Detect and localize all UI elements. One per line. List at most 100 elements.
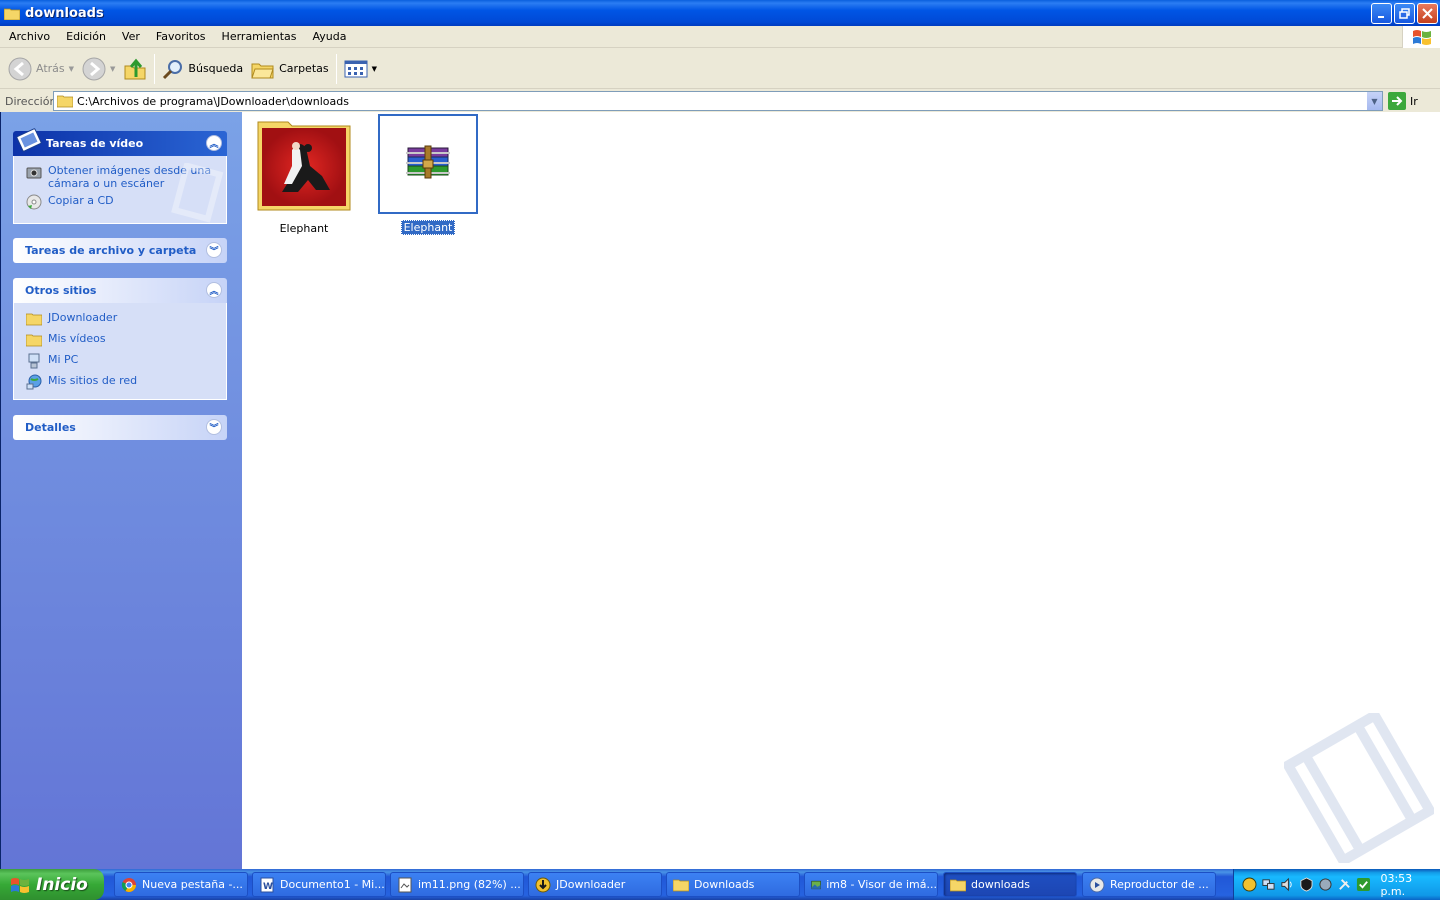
minimize-button[interactable] bbox=[1371, 3, 1392, 24]
expand-button[interactable]: ︾ bbox=[206, 419, 222, 435]
forward-dropdown-icon[interactable]: ▼ bbox=[110, 65, 115, 73]
taskbar-button-label: downloads bbox=[971, 878, 1030, 891]
title-bar[interactable]: downloads bbox=[0, 0, 1440, 26]
collapse-button[interactable]: ︽ bbox=[206, 282, 222, 298]
file-name: Elephant bbox=[400, 220, 456, 235]
address-path: C:\Archivos de programa\JDownloader\down… bbox=[77, 94, 349, 108]
chevron-down-icon: ︾ bbox=[209, 423, 219, 434]
views-icon bbox=[344, 60, 368, 77]
views-dropdown-icon[interactable]: ▼ bbox=[372, 65, 377, 73]
menu-ver[interactable]: Ver bbox=[113, 30, 147, 43]
views-button[interactable]: ▼ bbox=[340, 52, 381, 86]
menu-archivo[interactable]: Archivo bbox=[0, 30, 57, 43]
address-dropdown-button[interactable]: ▼ bbox=[1366, 92, 1382, 110]
image-viewer-icon bbox=[811, 880, 821, 889]
start-label: Inicio bbox=[36, 874, 88, 895]
place-network[interactable]: Mis sitios de red bbox=[26, 374, 220, 390]
system-tray: 03:53 p.m. bbox=[1233, 869, 1440, 900]
forward-arrow-icon bbox=[82, 57, 106, 80]
search-button[interactable]: Búsqueda bbox=[158, 52, 247, 86]
media-player-icon bbox=[1089, 877, 1105, 892]
other-places-header[interactable]: Otros sitios ︽ bbox=[13, 278, 227, 303]
network-globe-icon bbox=[26, 374, 42, 390]
close-icon bbox=[1422, 8, 1433, 19]
back-dropdown-icon[interactable]: ▼ bbox=[69, 65, 74, 73]
place-network-label: Mis sitios de red bbox=[48, 374, 138, 387]
taskbar-button-downloads-active[interactable]: downloads bbox=[943, 872, 1077, 897]
collapse-button[interactable]: ︽ bbox=[206, 135, 222, 151]
taskbar-button-label: im8 - Visor de imá... bbox=[826, 878, 937, 891]
svg-text:W: W bbox=[263, 882, 273, 892]
video-tasks-panel: Tareas de vídeo ︽ Obtener imágenes desde… bbox=[13, 128, 227, 224]
winrar-archive-icon bbox=[406, 145, 450, 179]
file-item-folder[interactable]: Elephant bbox=[254, 116, 354, 235]
other-places-panel: Otros sitios ︽ JDownloader Mis vídeos Mi… bbox=[13, 278, 227, 400]
film-clapper-icon bbox=[16, 128, 42, 152]
chevron-down-icon: ︾ bbox=[209, 246, 219, 257]
address-label: Dirección bbox=[5, 94, 57, 108]
taskbar-button-media-player[interactable]: Reproductor de ... bbox=[1082, 872, 1216, 897]
back-button[interactable]: Atrás ▼ bbox=[4, 52, 78, 86]
volume-icon[interactable] bbox=[1280, 877, 1295, 892]
chevron-up-icon: ︽ bbox=[209, 139, 219, 150]
clock[interactable]: 03:53 p.m. bbox=[1380, 872, 1440, 898]
security-check-tray-icon[interactable] bbox=[1356, 877, 1371, 892]
menu-ayuda[interactable]: Ayuda bbox=[303, 30, 353, 43]
video-tasks-header[interactable]: Tareas de vídeo ︽ bbox=[13, 128, 227, 156]
chrome-icon bbox=[121, 877, 136, 892]
start-button[interactable]: Inicio bbox=[0, 869, 104, 900]
menu-bar: Archivo Edición Ver Favoritos Herramient… bbox=[0, 26, 1440, 48]
back-arrow-icon bbox=[8, 57, 32, 80]
display-tray-icon[interactable] bbox=[1318, 877, 1333, 892]
other-places-title: Otros sitios bbox=[25, 284, 97, 297]
file-item-rar[interactable]: Elephant bbox=[378, 114, 478, 235]
forward-button[interactable]: ▼ bbox=[78, 52, 119, 86]
taskbar-button-image-viewer[interactable]: im8 - Visor de imá... bbox=[804, 872, 938, 897]
menu-edicion[interactable]: Edición bbox=[57, 30, 113, 43]
place-my-videos-label: Mis vídeos bbox=[48, 332, 106, 345]
folder-icon bbox=[57, 95, 73, 108]
network-tray-icon[interactable] bbox=[1261, 877, 1276, 892]
place-my-pc[interactable]: Mi PC bbox=[26, 353, 220, 369]
windows-logo bbox=[1402, 26, 1440, 48]
toolbar: Atrás ▼ ▼ Búsqueda Carpetas ▼ bbox=[0, 49, 1440, 89]
taskbar-button-image-editor[interactable]: im11.png (82%) ... bbox=[390, 872, 524, 897]
address-input[interactable]: C:\Archivos de programa\JDownloader\down… bbox=[53, 91, 1383, 111]
taskbar-button-word[interactable]: W Documento1 - Mi... bbox=[252, 872, 386, 897]
folder-icon bbox=[4, 8, 20, 20]
tools-tray-icon[interactable] bbox=[1337, 877, 1352, 892]
close-button[interactable] bbox=[1417, 3, 1438, 24]
folder-icon bbox=[950, 879, 966, 891]
go-label: Ir bbox=[1410, 94, 1418, 108]
menu-herramientas[interactable]: Herramientas bbox=[213, 30, 304, 43]
up-folder-button[interactable] bbox=[119, 52, 151, 86]
taskbar-button-jdownloader[interactable]: JDownloader bbox=[528, 872, 662, 897]
details-header[interactable]: Detalles ︾ bbox=[13, 415, 227, 440]
taskbar-button-label: Reproductor de ... bbox=[1110, 878, 1209, 891]
folders-button[interactable]: Carpetas bbox=[247, 52, 332, 86]
address-bar: Dirección C:\Archivos de programa\JDownl… bbox=[0, 90, 1440, 112]
search-icon bbox=[163, 59, 183, 79]
antivirus-tray-icon[interactable] bbox=[1299, 877, 1314, 892]
folder-icon bbox=[26, 313, 42, 326]
restore-button[interactable] bbox=[1394, 3, 1415, 24]
jdownloader-icon bbox=[535, 877, 551, 892]
file-list-view[interactable]: Elephant Elephant bbox=[242, 112, 1440, 869]
taskbar-button-label: JDownloader bbox=[556, 878, 626, 891]
toolbar-separator bbox=[154, 53, 156, 84]
go-button[interactable]: Ir bbox=[1388, 92, 1418, 110]
expand-button[interactable]: ︾ bbox=[206, 242, 222, 258]
place-my-videos[interactable]: Mis vídeos bbox=[26, 332, 220, 348]
file-tasks-header[interactable]: Tareas de archivo y carpeta ︾ bbox=[13, 238, 227, 263]
go-arrow-icon bbox=[1388, 92, 1406, 110]
video-tasks-body: Obtener imágenes desde una cámara o un e… bbox=[13, 156, 227, 224]
taskbar-button-downloads-folder[interactable]: Downloads bbox=[666, 872, 800, 897]
folders-icon bbox=[251, 63, 274, 78]
jdownloader-tray-icon[interactable] bbox=[1242, 877, 1257, 892]
film-watermark-icon bbox=[171, 163, 224, 223]
taskbar-button-label: Nueva pestaña -... bbox=[142, 878, 243, 891]
place-jdownloader[interactable]: JDownloader bbox=[26, 311, 220, 327]
toolbar-separator bbox=[335, 53, 337, 84]
taskbar-button-chrome[interactable]: Nueva pestaña -... bbox=[114, 872, 248, 897]
menu-favoritos[interactable]: Favoritos bbox=[147, 30, 213, 43]
